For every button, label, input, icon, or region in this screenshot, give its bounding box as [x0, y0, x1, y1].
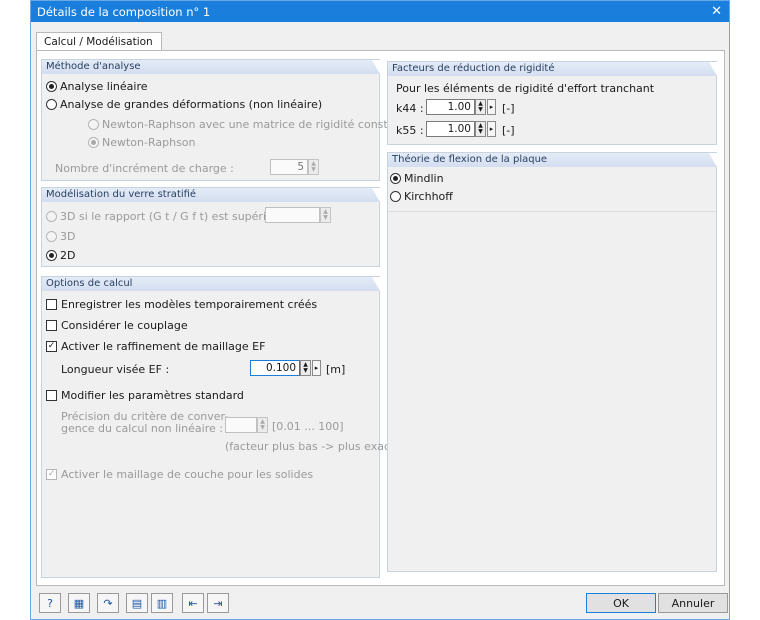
k44-unit: [-]	[502, 102, 515, 115]
large-deformation-option[interactable]: Analyse de grandes déformations (non lin…	[46, 98, 322, 111]
checkmark-icon[interactable]: ✓	[46, 341, 57, 352]
radio-icon[interactable]	[46, 81, 57, 92]
load-increments-input[interactable]: 5	[270, 159, 308, 175]
radio-icon[interactable]	[46, 99, 57, 110]
calculation-options-header: Options de calcul	[42, 277, 380, 291]
newton-raphson-constant-option[interactable]: Newton-Raphson avec une matrice de rigid…	[88, 118, 413, 131]
glass-ratio-stepper[interactable]: ▲ ▼	[320, 207, 331, 223]
glass-ratio-input[interactable]	[265, 207, 320, 223]
load-template-icon[interactable]: ▤	[126, 593, 148, 613]
help-icon[interactable]: ?	[39, 593, 61, 613]
checkbox-icon[interactable]	[46, 320, 57, 331]
stiffness-reduction-header: Facteurs de réduction de rigidité	[388, 62, 717, 76]
k55-input[interactable]: 1.00	[426, 121, 475, 137]
modify-standard-label: Modifier les paramètres standard	[61, 389, 244, 402]
tab-page: Méthode d'analyse Analyse linéaire Analy…	[36, 50, 725, 586]
target-length-input[interactable]: 0.100	[250, 360, 300, 376]
glass-3d-option[interactable]: 3D	[46, 230, 75, 243]
k44-input[interactable]: 1.00	[426, 99, 475, 115]
precision-input[interactable]	[225, 417, 257, 433]
window-title: Détails de la composition n° 1	[37, 4, 211, 19]
reset-icon[interactable]: ↷	[97, 593, 119, 613]
tab-calcul-modelisation[interactable]: Calcul / Modélisation	[36, 32, 162, 52]
layer-mesh-label: Activer le maillage de couche pour les s…	[61, 468, 314, 481]
mesh-refinement-option[interactable]: ✓ Activer le raffinement de maillage EF	[46, 340, 265, 353]
k44-arrow-button[interactable]: ▸	[487, 99, 496, 115]
radio-icon[interactable]	[88, 119, 99, 130]
mindlin-option[interactable]: Mindlin	[390, 172, 444, 185]
mesh-refinement-label: Activer le raffinement de maillage EF	[61, 340, 266, 353]
target-length-unit: [m]	[326, 363, 346, 376]
precision-hint: (facteur plus bas -> plus exact)	[225, 440, 399, 453]
tab-bar: Calcul / Modélisation	[36, 31, 162, 52]
divider	[388, 211, 716, 212]
checkmark-icon[interactable]: ✓	[46, 469, 57, 480]
glass-3d-ratio-option[interactable]: 3D si le rapport (G t / G f t) est supér…	[46, 210, 302, 223]
close-icon[interactable]: ✕	[711, 5, 722, 18]
calculation-options-group: Options de calcul Enregistrer les modèle…	[41, 276, 399, 578]
target-length-stepper[interactable]: ▲ ▼	[300, 360, 311, 376]
save-models-option[interactable]: Enregistrer les modèles temporairement c…	[46, 298, 317, 311]
plate-theory-group: Théorie de flexion de la plaque Mindlin …	[387, 152, 717, 572]
kirchhoff-label: Kirchhoff	[404, 190, 453, 203]
radio-icon[interactable]	[46, 250, 57, 261]
import-icon[interactable]: ⇤	[182, 593, 204, 613]
modify-standard-option[interactable]: Modifier les paramètres standard	[46, 389, 244, 402]
radio-icon[interactable]	[88, 137, 99, 148]
load-increments-stepper[interactable]: ▲ ▼	[308, 159, 319, 175]
ok-button[interactable]: OK	[586, 593, 656, 613]
radio-icon[interactable]	[46, 211, 57, 222]
dialog-window: Détails de la composition n° 1 ✕ Calcul …	[30, 0, 730, 620]
stiffness-subtitle: Pour les éléments de rigidité d'effort t…	[396, 82, 655, 95]
linear-analysis-option[interactable]: Analyse linéaire	[46, 80, 148, 93]
radio-icon[interactable]	[390, 191, 401, 202]
title-bar: Détails de la composition n° 1 ✕	[31, 1, 729, 22]
target-length-arrow-button[interactable]: ▸	[312, 360, 321, 376]
mindlin-label: Mindlin	[404, 172, 444, 185]
export-icon[interactable]: ⇥	[207, 593, 229, 613]
analysis-method-group: Méthode d'analyse Analyse linéaire Analy…	[41, 59, 413, 181]
k55-stepper[interactable]: ▲ ▼	[475, 121, 486, 137]
precision-range: [0.01 ... 100]	[272, 420, 344, 433]
newton-raphson-label: Newton-Raphson	[102, 136, 196, 149]
linear-analysis-label: Analyse linéaire	[60, 80, 148, 93]
units-icon[interactable]: ▦	[68, 593, 90, 613]
precision-stepper[interactable]: ▲ ▼	[257, 417, 268, 433]
glass-2d-option[interactable]: 2D	[46, 249, 75, 262]
checkbox-icon[interactable]	[46, 299, 57, 310]
coupling-label: Considérer le couplage	[61, 319, 188, 332]
k44-label: k44 :	[396, 102, 424, 115]
k44-stepper[interactable]: ▲ ▼	[475, 99, 486, 115]
radio-icon[interactable]	[390, 173, 401, 184]
radio-icon[interactable]	[46, 231, 57, 242]
plate-theory-header: Théorie de flexion de la plaque	[388, 153, 717, 167]
analysis-method-header: Méthode d'analyse	[42, 60, 380, 74]
k55-label: k55 :	[396, 124, 424, 137]
stiffness-reduction-group: Facteurs de réduction de rigidité Pour l…	[387, 61, 717, 145]
glass-3d-label: 3D	[60, 230, 76, 243]
laminated-glass-group: Modélisation du verre stratifié 3D si le…	[41, 187, 380, 267]
glass-2d-label: 2D	[60, 249, 76, 262]
save-template-icon[interactable]: ▥	[151, 593, 173, 613]
save-models-label: Enregistrer les modèles temporairement c…	[61, 298, 318, 311]
coupling-option[interactable]: Considérer le couplage	[46, 319, 188, 332]
k55-arrow-button[interactable]: ▸	[487, 121, 496, 137]
newton-raphson-constant-label: Newton-Raphson avec une matrice de rigid…	[102, 118, 413, 131]
checkbox-icon[interactable]	[46, 390, 57, 401]
newton-raphson-option[interactable]: Newton-Raphson	[88, 136, 196, 149]
button-bar: ? ▦ ↷ ▤ ▥ ⇤ ⇥ OK Annuler	[31, 593, 731, 615]
target-length-label: Longueur visée EF :	[61, 363, 170, 376]
cancel-button[interactable]: Annuler	[658, 593, 728, 613]
kirchhoff-option[interactable]: Kirchhoff	[390, 190, 453, 203]
layer-mesh-option[interactable]: ✓ Activer le maillage de couche pour les…	[46, 468, 313, 481]
laminated-glass-header: Modélisation du verre stratifié	[42, 188, 380, 202]
large-deformation-label: Analyse de grandes déformations (non lin…	[60, 98, 323, 111]
precision-label-line2: gence du calcul non linéaire :	[61, 422, 223, 435]
k55-unit: [-]	[502, 124, 515, 137]
load-increments-label: Nombre d'incrément de charge :	[55, 162, 234, 175]
